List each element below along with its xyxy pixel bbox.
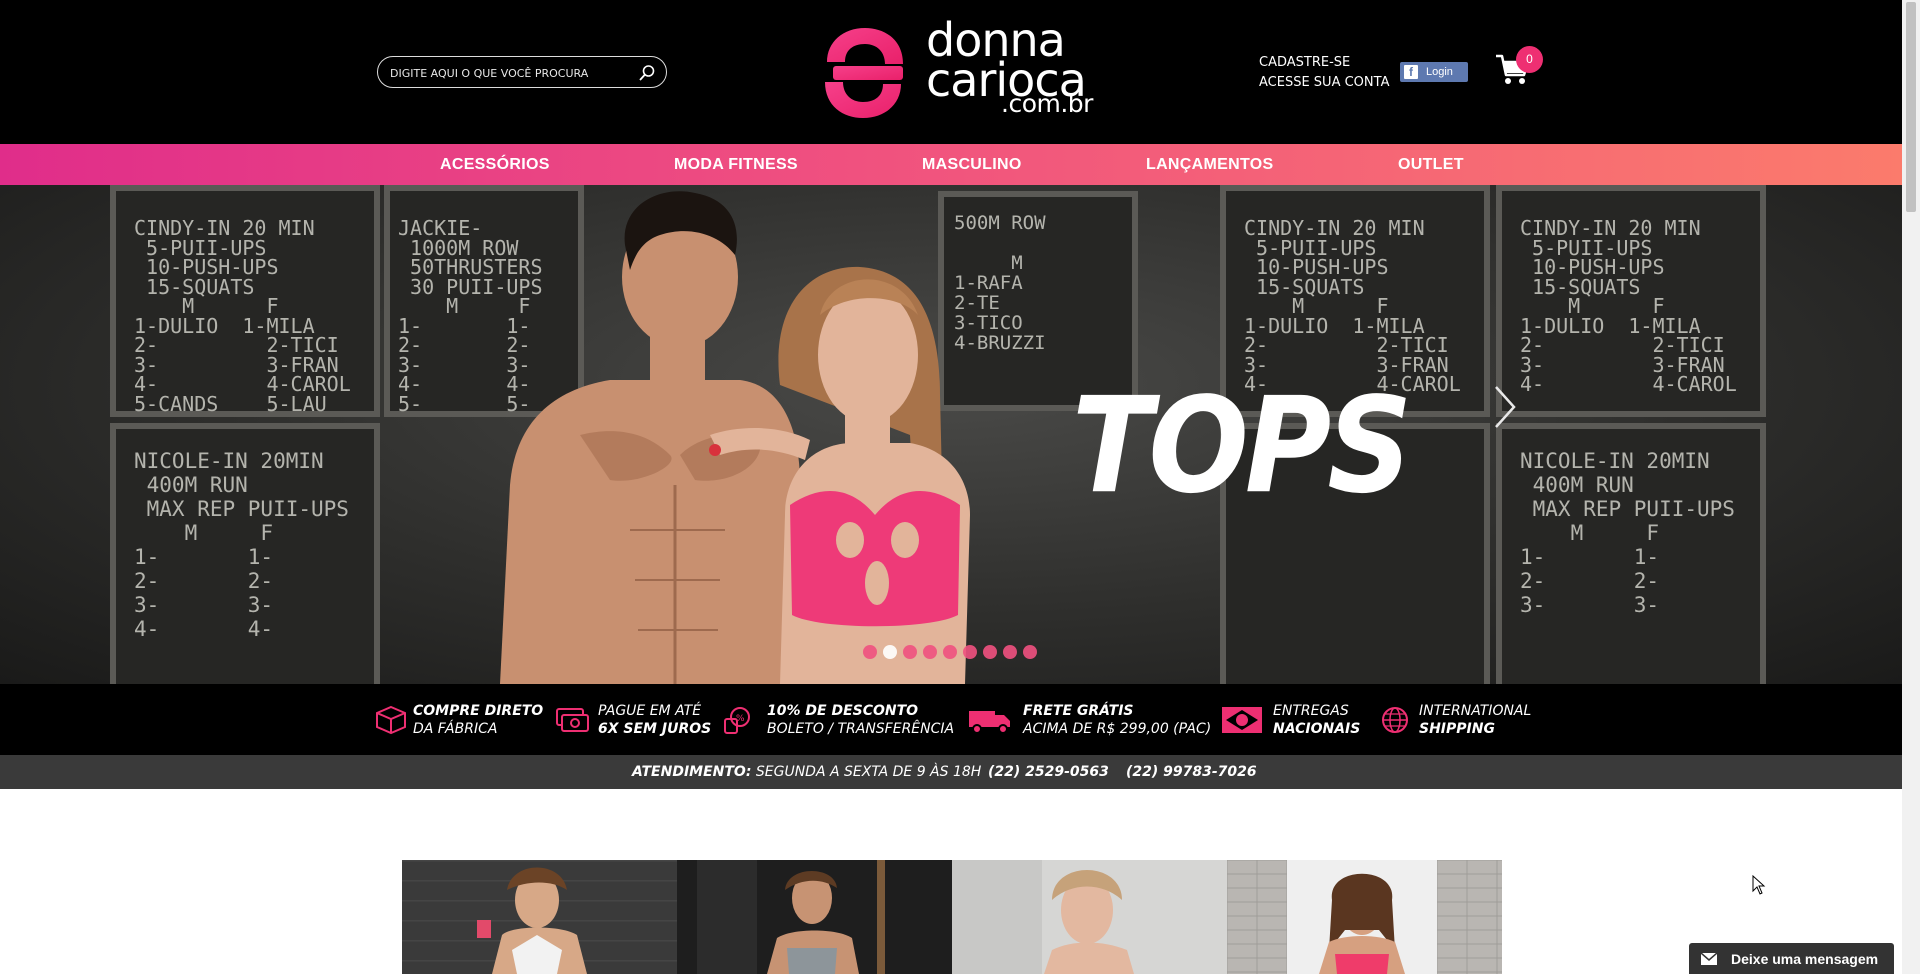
search-input[interactable] — [390, 63, 630, 83]
discount-icon: % — [724, 707, 750, 734]
chat-widget-label: Deixe uma mensagem — [1731, 950, 1879, 967]
slider-dot[interactable] — [963, 645, 977, 659]
logo-wordmark: donna carioca .com.br — [926, 17, 1093, 118]
chalkboard-text: NICOLE-IN 20MIN 400M RUN MAX REP PUII-UP… — [134, 449, 349, 641]
phone-landline[interactable]: (22) 2529-0563 — [988, 755, 1109, 789]
page-scrollbar[interactable] — [1902, 0, 1920, 974]
slider-dot[interactable] — [943, 645, 957, 659]
envelope-icon — [1701, 952, 1717, 965]
chevron-right-icon[interactable] — [1493, 385, 1517, 429]
category-tile[interactable] — [402, 860, 677, 974]
facebook-icon: f — [1404, 65, 1418, 79]
hero-title: TOPS — [1072, 368, 1412, 523]
globe-icon — [1382, 707, 1408, 733]
service-hours-text: ATENDIMENTO: SEGUNDA A SEXTA DE 9 ÀS 18H — [632, 755, 981, 789]
slider-dots — [863, 645, 1037, 659]
search-icon[interactable] — [638, 64, 656, 82]
nav-item-masculino[interactable]: MASCULINO — [922, 144, 1022, 185]
main-nav: ACESSÓRIOS MODA FITNESS MASCULINO LANÇAM… — [0, 144, 1902, 185]
chalkboard: CINDY-IN 20 MIN 5-PUII-UPS 10-PUSH-UPS 1… — [1496, 185, 1766, 417]
register-link[interactable]: CADASTRE-SE — [1259, 53, 1389, 73]
nav-item-moda-fitness[interactable]: MODA FITNESS — [674, 144, 798, 185]
feature-installments: PAGUE EM ATÉ 6X SEM JUROS — [598, 702, 711, 738]
service-hours-value: SEGUNDA A SEXTA DE 9 ÀS 18H — [755, 764, 982, 780]
feature-line-1: COMPRE DIRETO — [413, 703, 544, 719]
category-tile-image — [677, 860, 952, 974]
feature-line-1: FRETE GRÁTIS — [1023, 703, 1134, 719]
feature-international-shipping: INTERNATIONAL SHIPPING — [1419, 702, 1531, 738]
phone-mobile[interactable]: (22) 99783-7026 — [1126, 755, 1257, 789]
mouse-cursor-icon — [1752, 875, 1766, 895]
category-tile-image — [952, 860, 1227, 974]
category-tile[interactable] — [1227, 860, 1502, 974]
truck-icon — [969, 711, 1010, 734]
svg-text:%: % — [736, 714, 745, 724]
cart-count-badge: 0 — [1516, 46, 1543, 73]
feature-line-1: PAGUE EM ATÉ — [598, 703, 702, 719]
slider-dot[interactable] — [1003, 645, 1017, 659]
feature-line-2: ACIMA DE R$ 299,00 (PAC) — [1023, 721, 1212, 737]
slider-dot[interactable] — [923, 645, 937, 659]
feature-line-2: DA FÁBRICA — [413, 721, 498, 737]
category-tiles — [402, 860, 1502, 974]
feature-line-1: ENTREGAS — [1273, 703, 1349, 719]
search-box — [377, 56, 667, 88]
feature-discount: 10% DE DESCONTO BOLETO / TRANSFERÊNCIA — [767, 702, 954, 738]
nav-item-acessorios[interactable]: ACESSÓRIOS — [440, 144, 550, 185]
features-bar: COMPRE DIRETO DA FÁBRICA PAGUE EM ATÉ 6X… — [0, 684, 1902, 755]
feature-line-2: NACIONAIS — [1273, 721, 1361, 737]
category-tile[interactable] — [677, 860, 952, 974]
brazil-flag-icon — [1222, 707, 1262, 733]
site-header: donna carioca .com.br CADASTRE-SE ACESSE… — [0, 0, 1902, 144]
feature-free-shipping: FRETE GRÁTIS ACIMA DE R$ 299,00 (PAC) — [1023, 702, 1211, 738]
chalkboard: NICOLE-IN 20MIN 400M RUN MAX REP PUII-UP… — [1496, 423, 1766, 684]
facebook-login-button[interactable]: f Login — [1400, 62, 1468, 82]
logo-line-3: .com.br — [1001, 89, 1093, 118]
facebook-login-label: Login — [1426, 66, 1453, 78]
hero-slider[interactable]: CINDY-IN 20 MIN 5-PUII-UPS 10-PUSH-UPS 1… — [0, 185, 1902, 684]
service-hours-bar: ATENDIMENTO: SEGUNDA A SEXTA DE 9 ÀS 18H… — [0, 755, 1902, 789]
category-tile[interactable] — [952, 860, 1227, 974]
account-login-link[interactable]: ACESSE SUA CONTA — [1259, 73, 1389, 93]
hero-models-image — [500, 191, 970, 684]
scrollbar-thumb[interactable] — [1906, 2, 1916, 212]
service-hours-label: ATENDIMENTO: — [632, 764, 752, 780]
feature-national-delivery: ENTREGAS NACIONAIS — [1273, 702, 1360, 738]
feature-line-1: 10% DE DESCONTO — [767, 703, 919, 719]
card-icon — [556, 708, 589, 732]
chalkboard-text: CINDY-IN 20 MIN 5-PUII-UPS 10-PUSH-UPS 1… — [1520, 216, 1737, 396]
slider-dot[interactable] — [863, 645, 877, 659]
logo-mark-icon — [825, 28, 903, 118]
account-links: CADASTRE-SE ACESSE SUA CONTA — [1259, 53, 1389, 93]
chalkboard-text: CINDY-IN 20 MIN 5-PUII-UPS 10-PUSH-UPS 1… — [134, 216, 351, 416]
slider-dot[interactable] — [903, 645, 917, 659]
slider-dot[interactable] — [1023, 645, 1037, 659]
feature-line-1: INTERNATIONAL — [1419, 703, 1532, 719]
chalkboard-text: NICOLE-IN 20MIN 400M RUN MAX REP PUII-UP… — [1520, 449, 1735, 617]
feature-factory: COMPRE DIRETO DA FÁBRICA — [413, 702, 543, 738]
nav-item-lancamentos[interactable]: LANÇAMENTOS — [1146, 144, 1273, 185]
slider-dot[interactable] — [983, 645, 997, 659]
chalkboard: CINDY-IN 20 MIN 5-PUII-UPS 10-PUSH-UPS 1… — [110, 185, 380, 417]
feature-line-2: BOLETO / TRANSFERÊNCIA — [767, 721, 955, 737]
category-tile-image — [1227, 860, 1502, 974]
site-logo[interactable]: donna carioca .com.br — [815, 17, 1093, 121]
nav-item-outlet[interactable]: OUTLET — [1398, 144, 1464, 185]
chalkboard: NICOLE-IN 20MIN 400M RUN MAX REP PUII-UP… — [110, 423, 380, 684]
chat-widget-button[interactable]: Deixe uma mensagem — [1689, 943, 1894, 974]
category-tile-image — [402, 860, 677, 974]
feature-line-2: 6X SEM JUROS — [598, 721, 712, 737]
slider-dot[interactable] — [883, 645, 897, 659]
box-icon — [376, 705, 406, 735]
feature-line-2: SHIPPING — [1419, 721, 1495, 737]
